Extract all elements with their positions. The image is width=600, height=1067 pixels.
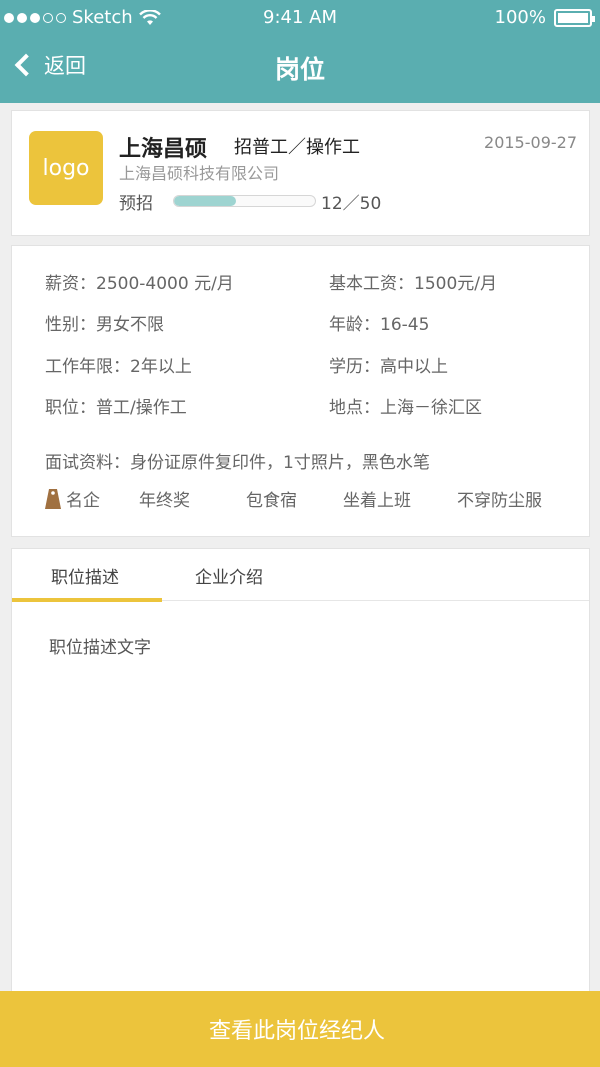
quota-label: 预招 xyxy=(119,194,153,214)
gender: 性别：男女不限 xyxy=(45,315,164,335)
company-full-name: 上海昌硕科技有限公司 xyxy=(119,164,280,183)
job-details-card: 薪资：2500-4000 元/月 基本工资：1500元/月 性别：男女不限 年龄… xyxy=(11,245,590,537)
nav-bar: 返回 岗位 xyxy=(0,36,600,96)
interview-docs: 面试资料：身份证原件复印件，1寸照片，黑色水笔 xyxy=(45,453,430,473)
battery-icon xyxy=(554,8,595,27)
status-bar-right: 100% xyxy=(494,7,595,28)
tag-year-end-bonus: 年终奖 xyxy=(139,491,190,511)
header: Sketch 9:41 AM 100% 返回 岗位 xyxy=(0,0,600,103)
page-title: 岗位 xyxy=(274,55,325,84)
company-short-name: 上海昌硕 xyxy=(119,137,208,162)
info-tabs-card: 职位描述 企业介绍 职位描述文字 xyxy=(11,548,590,998)
tag-no-dust-suit: 不穿防尘服 xyxy=(457,491,542,511)
base-salary: 基本工资：1500元/月 xyxy=(329,274,497,294)
company-logo: logo xyxy=(29,131,103,205)
tab-company-intro[interactable]: 企业介绍 xyxy=(195,563,263,588)
quota-progress-bar xyxy=(173,195,316,207)
post-date: 2015-09-27 xyxy=(484,133,577,152)
tag-room-board: 包食宿 xyxy=(246,491,297,511)
salary: 薪资：2500-4000 元/月 xyxy=(45,274,234,294)
job-summary-card: logo 上海昌硕 招普工／操作工 2015-09-27 上海昌硕科技有限公司 … xyxy=(11,110,590,236)
view-agent-button[interactable]: 查看此岗位经纪人 xyxy=(0,991,600,1067)
job-title: 招普工／操作工 xyxy=(234,137,360,158)
position: 职位：普工/操作工 xyxy=(45,398,187,418)
education: 学历：高中以上 xyxy=(329,357,448,377)
tab-bar: 职位描述 企业介绍 xyxy=(12,549,589,602)
quota-count: 12／50 xyxy=(321,194,382,214)
view-agent-button-label: 查看此岗位经纪人 xyxy=(208,1019,385,1044)
tag-famous-company: 名企 xyxy=(66,491,100,511)
status-bar: Sketch 9:41 AM 100% xyxy=(0,0,600,36)
age: 年龄：16-45 xyxy=(329,315,430,335)
experience: 工作年限：2年以上 xyxy=(45,357,192,377)
tag-seated-work: 坐着上班 xyxy=(343,491,411,511)
active-tab-indicator xyxy=(12,598,162,602)
tag-icon xyxy=(45,489,61,509)
job-tags: 名企 年终奖 包食宿 坐着上班 不穿防尘服 xyxy=(45,486,575,512)
battery-percent: 100% xyxy=(494,7,546,28)
tab-job-description[interactable]: 职位描述 xyxy=(51,563,119,588)
location: 地点：上海－徐汇区 xyxy=(329,398,482,418)
tab-content: 职位描述文字 xyxy=(49,638,151,658)
quota-progress-fill xyxy=(174,196,237,206)
